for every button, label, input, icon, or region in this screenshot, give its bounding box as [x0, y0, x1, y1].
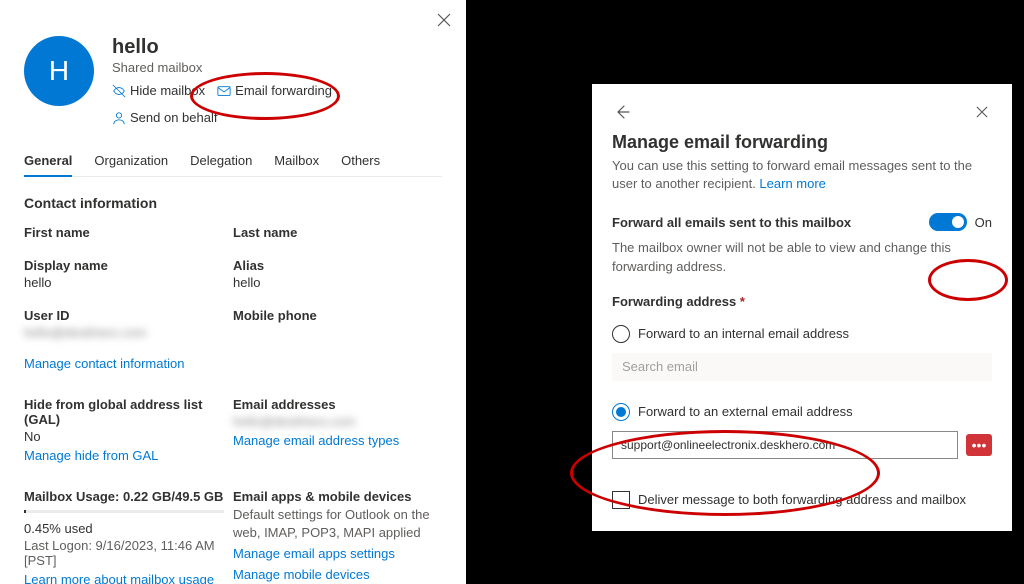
- deliver-both-checkbox[interactable]: [612, 491, 630, 509]
- external-radio-label: Forward to an external email address: [638, 404, 853, 419]
- avatar: H: [24, 36, 94, 106]
- eye-off-icon: [112, 84, 126, 98]
- header-info: hello Shared mailbox Hide mailbox Email …: [112, 36, 442, 125]
- display-name-label: Display name: [24, 258, 233, 273]
- gal-label: Hide from global address list (GAL): [24, 397, 233, 427]
- tab-mailbox[interactable]: Mailbox: [274, 153, 319, 176]
- toggle-group: On: [929, 213, 992, 231]
- mail-icon: [217, 84, 231, 98]
- alias-value: hello: [233, 275, 442, 290]
- learn-more-link[interactable]: Learn more: [759, 175, 825, 193]
- mailbox-header: H hello Shared mailbox Hide mailbox Emai…: [24, 36, 442, 125]
- send-on-behalf-action[interactable]: Send on behalf: [112, 110, 217, 125]
- panel-close-button[interactable]: [972, 102, 992, 122]
- external-radio[interactable]: [612, 403, 630, 421]
- send-on-behalf-label: Send on behalf: [130, 110, 217, 125]
- mailbox-detail-panel: H hello Shared mailbox Hide mailbox Emai…: [0, 0, 466, 584]
- manage-gal-link[interactable]: Manage hide from GAL: [24, 448, 158, 463]
- person-icon: [112, 111, 126, 125]
- name-row: First name Last name: [24, 225, 442, 240]
- radio-dot: [616, 407, 626, 417]
- mobile-phone-label: Mobile phone: [233, 308, 442, 323]
- hide-mailbox-action[interactable]: Hide mailbox: [112, 83, 205, 98]
- panel-subtitle: You can use this setting to forward emai…: [612, 157, 992, 193]
- manage-email-apps-link[interactable]: Manage email apps settings: [233, 546, 395, 561]
- display-name-value: hello: [24, 275, 233, 290]
- forward-all-label: Forward all emails sent to this mailbox: [612, 215, 851, 230]
- email-forwarding-label: Email forwarding: [235, 83, 332, 98]
- actions-row: Hide mailbox Email forwarding Send on be…: [112, 83, 442, 125]
- forward-all-toggle[interactable]: [929, 213, 967, 231]
- usage-percent: 0.45% used: [24, 521, 233, 536]
- internal-search-input[interactable]: Search email: [612, 353, 992, 381]
- toggle-knob: [952, 216, 964, 228]
- forwarding-address-text: Forwarding address: [612, 294, 740, 309]
- external-email-input[interactable]: [612, 431, 958, 459]
- close-icon: [976, 106, 988, 118]
- hide-mailbox-label: Hide mailbox: [130, 83, 205, 98]
- toggle-state-text: On: [975, 215, 992, 230]
- internal-radio-row[interactable]: Forward to an internal email address: [612, 325, 992, 343]
- userid-mobile-row: User ID hello@deskhero.com Mobile phone: [24, 308, 442, 340]
- gal-email-row: Hide from global address list (GAL) No M…: [24, 397, 442, 465]
- internal-radio-label: Forward to an internal email address: [638, 326, 849, 341]
- external-radio-row[interactable]: Forward to an external email address: [612, 403, 992, 421]
- last-name-label: Last name: [233, 225, 442, 240]
- tab-others[interactable]: Others: [341, 153, 380, 176]
- avatar-letter: H: [49, 55, 69, 87]
- learn-more-usage-link[interactable]: Learn more about mailbox usage: [24, 572, 214, 584]
- email-forwarding-action[interactable]: Email forwarding: [217, 83, 332, 98]
- last-logon: Last Logon: 9/16/2023, 11:46 AM [PST]: [24, 538, 233, 568]
- email-apps-label: Email apps & mobile devices: [233, 489, 442, 504]
- required-asterisk: *: [740, 294, 745, 309]
- panel-header-row: [612, 102, 992, 122]
- usage-apps-row: Mailbox Usage: 0.22 GB/49.5 GB 0.45% use…: [24, 489, 442, 584]
- tab-bar: General Organization Delegation Mailbox …: [24, 153, 442, 177]
- manage-email-types-link[interactable]: Manage email address types: [233, 433, 399, 448]
- tab-general[interactable]: General: [24, 153, 72, 176]
- mailbox-usage-label: Mailbox Usage: 0.22 GB/49.5 GB: [24, 489, 233, 504]
- external-input-row: •••: [612, 431, 992, 459]
- forward-all-toggle-row: Forward all emails sent to this mailbox …: [612, 213, 992, 231]
- close-panel-button[interactable]: [432, 8, 456, 32]
- usage-progress-bar: [24, 510, 224, 513]
- usage-progress-fill: [24, 510, 26, 513]
- user-id-label: User ID: [24, 308, 233, 323]
- arrow-left-icon: [614, 104, 630, 120]
- internal-radio[interactable]: [612, 325, 630, 343]
- tab-delegation[interactable]: Delegation: [190, 153, 252, 176]
- email-forwarding-panel: Manage email forwarding You can use this…: [592, 84, 1012, 531]
- contact-info-title: Contact information: [24, 195, 442, 211]
- first-name-label: First name: [24, 225, 233, 240]
- more-icon: •••: [972, 438, 987, 452]
- forwarding-address-label: Forwarding address *: [612, 294, 992, 309]
- mailbox-name: hello: [112, 36, 442, 59]
- deliver-both-row[interactable]: Deliver message to both forwarding addre…: [612, 491, 992, 509]
- gal-value: No: [24, 429, 233, 444]
- alias-label: Alias: [233, 258, 442, 273]
- email-apps-desc: Default settings for Outlook on the web,…: [233, 506, 442, 542]
- user-id-value: hello@deskhero.com: [24, 325, 233, 340]
- tab-organization[interactable]: Organization: [94, 153, 168, 176]
- email-addresses-value: hello@deskhero.com: [233, 414, 442, 429]
- panel-title: Manage email forwarding: [612, 132, 992, 153]
- email-addresses-label: Email addresses: [233, 397, 442, 412]
- close-icon: [437, 13, 451, 27]
- add-email-button[interactable]: •••: [966, 434, 992, 456]
- manage-contact-link[interactable]: Manage contact information: [24, 356, 184, 371]
- owner-note: The mailbox owner will not be able to vi…: [612, 239, 992, 275]
- manage-mobile-link[interactable]: Manage mobile devices: [233, 567, 442, 582]
- mailbox-type: Shared mailbox: [112, 60, 442, 75]
- deliver-both-label: Deliver message to both forwarding addre…: [638, 492, 966, 507]
- display-alias-row: Display name hello Alias hello: [24, 258, 442, 290]
- back-button[interactable]: [612, 102, 632, 122]
